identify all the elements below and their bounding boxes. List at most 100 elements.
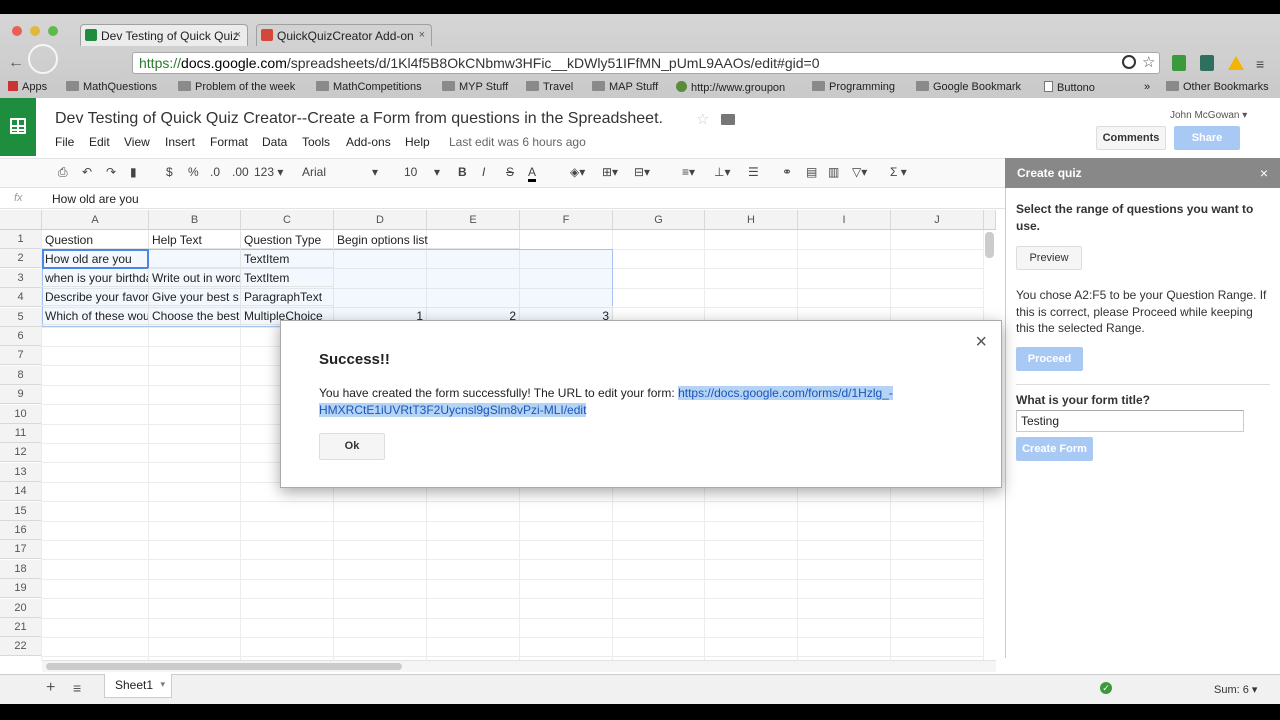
bookmark-myp-stuff[interactable]: MYP Stuff <box>442 81 508 93</box>
link-icon[interactable]: ⚭ <box>782 165 792 179</box>
currency-button[interactable]: $ <box>166 165 173 179</box>
text-color-button[interactable]: A <box>528 165 537 182</box>
row-header[interactable]: 18 <box>0 559 42 579</box>
close-dialog-icon[interactable]: × <box>975 331 987 354</box>
share-button[interactable]: Share <box>1174 126 1240 150</box>
cell-c1[interactable]: Question Type <box>241 230 334 249</box>
column-header[interactable]: A <box>42 210 149 230</box>
cell-a4[interactable]: Describe your favorite <box>42 287 149 306</box>
bookmark-problem-of-week[interactable]: Problem of the week <box>178 81 295 93</box>
vertical-scrollbar-thumb[interactable] <box>985 232 994 258</box>
column-header[interactable]: I <box>798 210 891 230</box>
undo-icon[interactable]: ↶ <box>82 165 92 179</box>
document-title[interactable]: Dev Testing of Quick Quiz Creator--Creat… <box>55 110 663 128</box>
row-header[interactable]: 5 <box>0 307 42 327</box>
cell-a1[interactable]: Question <box>42 230 149 249</box>
row-header[interactable]: 10 <box>0 404 42 424</box>
last-edit-status[interactable]: Last edit was 6 hours ago <box>449 135 586 149</box>
cell-b2[interactable] <box>149 249 241 268</box>
row-header[interactable]: 20 <box>0 598 42 618</box>
menu-addons[interactable]: Add-ons <box>346 135 391 149</box>
bookmark-star-icon[interactable]: ☆ <box>1142 53 1155 71</box>
bookmark-mathquestions[interactable]: MathQuestions <box>66 81 157 93</box>
row-header[interactable]: 8 <box>0 365 42 385</box>
row-header[interactable]: 21 <box>0 618 42 637</box>
column-header[interactable]: B <box>149 210 241 230</box>
decrease-decimal-button[interactable]: .0 <box>210 165 220 179</box>
form-title-input[interactable]: Testing <box>1016 410 1244 432</box>
sheet-tab-sheet1[interactable]: Sheet1 ▾ <box>104 674 172 698</box>
sum-status[interactable]: Sum: 6 ▾ <box>1214 683 1257 696</box>
menu-view[interactable]: View <box>124 135 150 149</box>
menu-icon[interactable]: ≡ <box>1256 56 1264 72</box>
percent-button[interactable]: % <box>188 165 199 179</box>
more-formats-button[interactable]: 123 ▾ <box>254 165 283 179</box>
menu-file[interactable]: File <box>55 135 74 149</box>
bookmark-groupon[interactable]: http://www.groupon <box>676 81 785 94</box>
evernote-icon[interactable] <box>1172 55 1186 71</box>
row-header[interactable]: 7 <box>0 346 42 366</box>
horizontal-scrollbar-thumb[interactable] <box>46 663 402 670</box>
close-tab-icon[interactable]: × <box>235 29 241 41</box>
menu-tools[interactable]: Tools <box>302 135 330 149</box>
back-icon[interactable]: ← <box>8 54 24 72</box>
row-header[interactable]: 11 <box>0 424 42 443</box>
cell-b1[interactable]: Help Text <box>149 230 241 249</box>
column-header[interactable]: F <box>520 210 613 230</box>
filter-icon[interactable]: ▽▾ <box>852 165 867 179</box>
star-icon[interactable]: ☆ <box>696 110 709 128</box>
formula-input[interactable]: How old are you <box>52 192 139 206</box>
close-window-button[interactable] <box>12 26 22 36</box>
borders-icon[interactable]: ⊞▾ <box>602 165 618 179</box>
wrap-text-icon[interactable]: ☰ <box>748 165 759 179</box>
cell-c4[interactable]: ParagraphText <box>241 287 334 306</box>
minimize-window-button[interactable] <box>30 26 40 36</box>
maximize-window-button[interactable] <box>48 26 58 36</box>
cell-c3[interactable]: TextItem <box>241 268 334 287</box>
bookmark-google-bookmark[interactable]: Google Bookmark <box>916 81 1021 93</box>
cell-c2[interactable]: TextItem <box>241 249 334 268</box>
row-header[interactable]: 22 <box>0 637 42 657</box>
menu-data[interactable]: Data <box>262 135 287 149</box>
italic-button[interactable]: I <box>482 165 485 179</box>
font-size-select[interactable]: 10 ▾ <box>404 165 440 179</box>
create-form-button[interactable]: Create Form <box>1016 437 1093 461</box>
row-header[interactable]: 13 <box>0 462 42 482</box>
cell-b4[interactable]: Give your best s <box>149 287 241 306</box>
sheets-logo-icon[interactable] <box>0 98 36 156</box>
ok-button[interactable]: Ok <box>319 433 385 460</box>
bookmark-travel[interactable]: Travel <box>526 81 573 93</box>
row-header[interactable]: 16 <box>0 521 42 540</box>
cell-b3[interactable]: Write out in words <box>149 268 241 287</box>
cell-d1[interactable]: Begin options list <box>334 230 520 249</box>
row-header[interactable]: 3 <box>0 268 42 288</box>
drive-icon[interactable] <box>1228 56 1244 70</box>
redo-icon[interactable]: ↷ <box>106 165 116 179</box>
row-header[interactable]: 4 <box>0 288 42 308</box>
align-left-icon[interactable]: ≡▾ <box>682 165 695 179</box>
print-icon[interactable]: ⎙ <box>58 165 68 180</box>
column-header[interactable]: D <box>334 210 427 230</box>
cell-a2[interactable]: How old are you <box>42 249 149 268</box>
address-bar[interactable]: https://docs.google.com/spreadsheets/d/1… <box>132 52 1160 74</box>
bookmark-programming[interactable]: Programming <box>812 81 895 93</box>
menu-edit[interactable]: Edit <box>89 135 110 149</box>
add-sheet-button[interactable]: + <box>46 679 55 697</box>
row-header[interactable]: 2 <box>0 249 42 269</box>
strikethrough-button[interactable]: S <box>506 165 514 179</box>
bold-button[interactable]: B <box>458 165 467 179</box>
row-header[interactable]: 12 <box>0 443 42 463</box>
bookmark-apps[interactable]: Apps <box>8 81 47 93</box>
chart-icon[interactable]: ▥ <box>828 165 839 179</box>
row-header[interactable]: 15 <box>0 501 42 521</box>
folder-icon[interactable] <box>721 114 735 125</box>
column-header[interactable]: E <box>427 210 520 230</box>
bookmark-map-stuff[interactable]: MAP Stuff <box>592 81 658 93</box>
fill-color-icon[interactable]: ◈▾ <box>570 165 585 179</box>
horizontal-scrollbar[interactable] <box>42 660 996 672</box>
row-header[interactable]: 9 <box>0 385 42 405</box>
column-header[interactable]: G <box>613 210 705 230</box>
bookmark-other[interactable]: Other Bookmarks <box>1166 81 1269 93</box>
row-header[interactable]: 19 <box>0 579 42 599</box>
increase-decimal-button[interactable]: .00 <box>232 165 249 179</box>
